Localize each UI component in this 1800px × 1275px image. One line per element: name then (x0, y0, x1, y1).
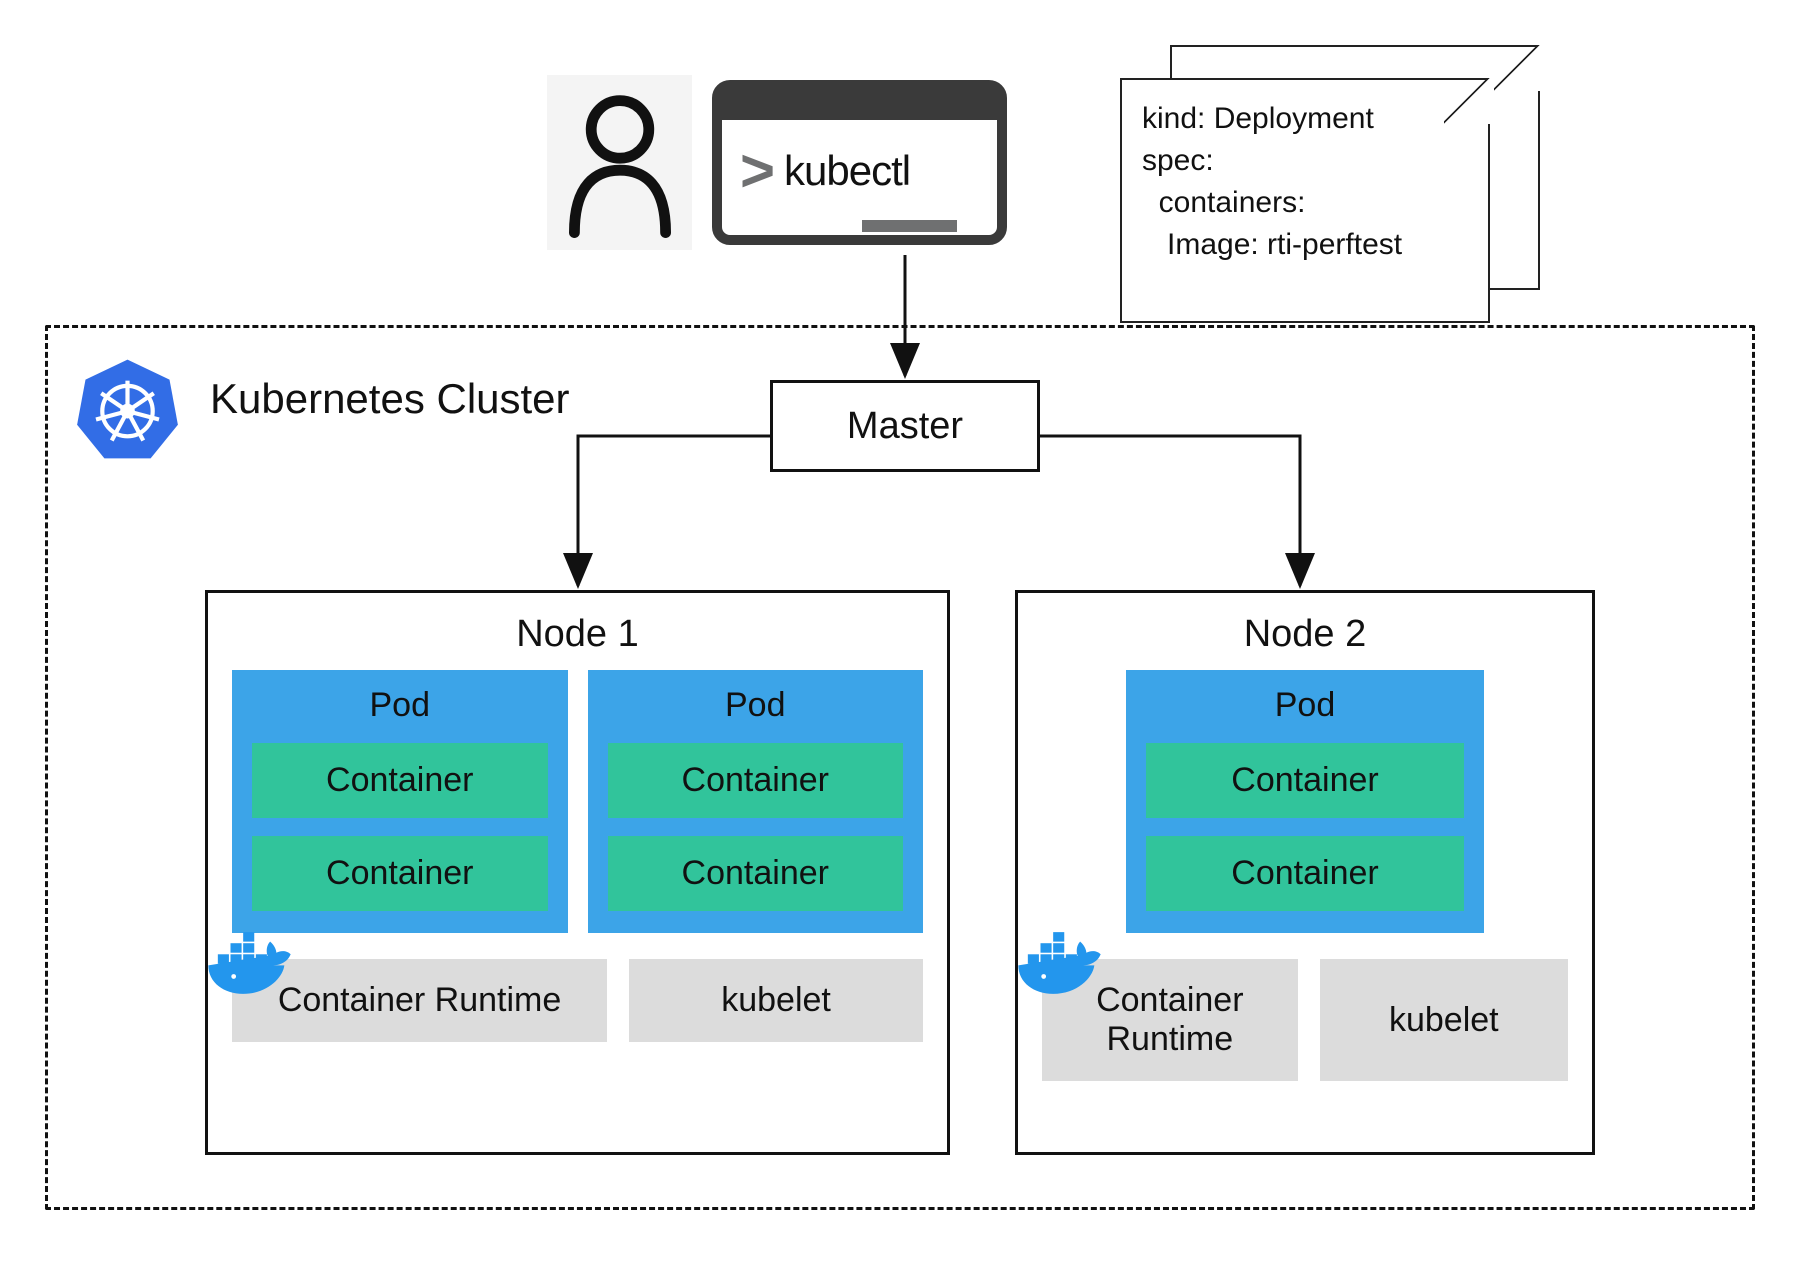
node-title: Node 2 (1042, 613, 1568, 656)
pod-title: Pod (608, 686, 904, 725)
pod: Pod Container Container (588, 670, 924, 933)
terminal-command: kubectl (784, 147, 910, 195)
container: Container (252, 743, 548, 818)
yaml-manifest-docs: kind: Deployment spec: containers: Image… (1120, 40, 1550, 310)
pod: Pod Container Container (1126, 670, 1484, 933)
node-title: Node 1 (232, 613, 923, 656)
kubelet: kubelet (1320, 959, 1568, 1081)
kubelet: kubelet (629, 959, 923, 1042)
pod: Pod Container Container (232, 670, 568, 933)
docker-logo-icon (202, 923, 297, 1003)
terminal-prompt-icon: > (740, 136, 770, 205)
kubernetes-logo-icon (75, 355, 180, 463)
worker-node-1: Node 1 Pod Container Container Pod Conta… (205, 590, 950, 1155)
terminal-window: > kubectl (712, 80, 1007, 245)
yaml-line: Image: rti-perftest (1142, 224, 1472, 266)
container: Container (1146, 743, 1464, 818)
worker-node-2: Node 2 Pod Container Container (1015, 590, 1595, 1155)
master-node: Master (770, 380, 1040, 472)
pod-title: Pod (1146, 686, 1464, 725)
pod-title: Pod (252, 686, 548, 725)
container: Container (1146, 836, 1464, 911)
container: Container (252, 836, 548, 911)
document-front-page: kind: Deployment spec: containers: Image… (1120, 78, 1490, 323)
terminal-titlebar (722, 90, 997, 120)
container: Container (608, 743, 904, 818)
yaml-line: containers: (1142, 182, 1472, 224)
docker-logo-icon (1012, 923, 1107, 1003)
user-icon (547, 75, 692, 250)
diagram-canvas: > kubectl kind: Deployment spec: contain… (0, 0, 1800, 1275)
terminal-cursor-icon (862, 220, 957, 232)
yaml-line: spec: (1142, 140, 1472, 182)
yaml-line: kind: Deployment (1142, 98, 1472, 140)
cluster-title: Kubernetes Cluster (210, 375, 570, 423)
container: Container (608, 836, 904, 911)
